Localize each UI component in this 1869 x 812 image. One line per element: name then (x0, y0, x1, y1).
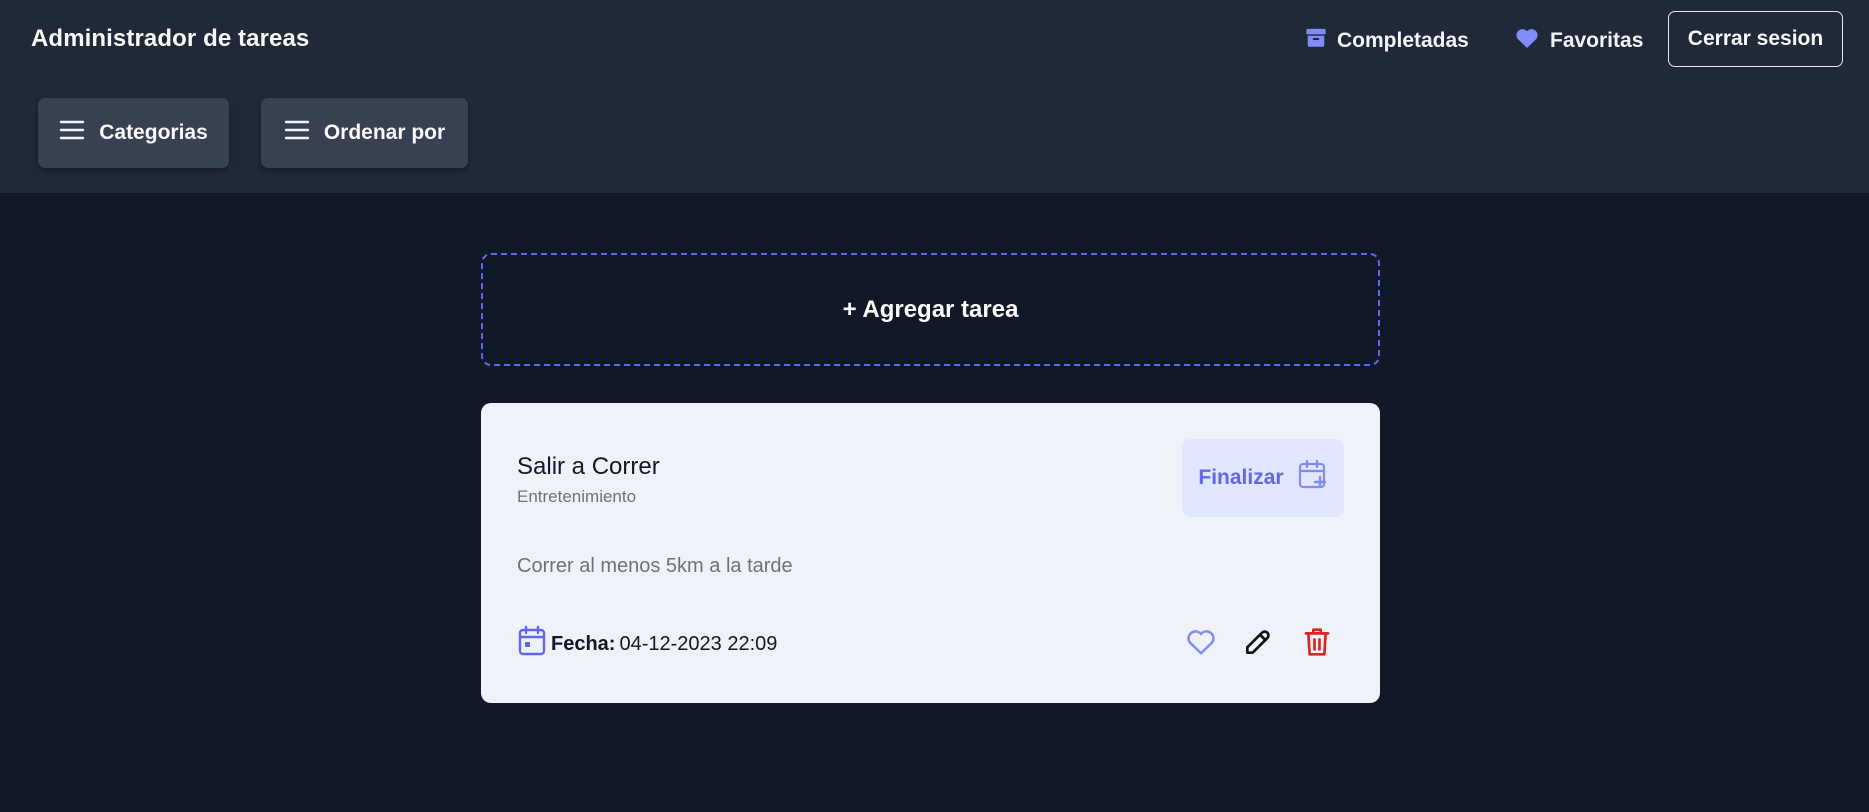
categories-button[interactable]: Categorias (38, 98, 229, 168)
date-label: Fecha: (551, 632, 616, 655)
archive-icon (1305, 27, 1327, 55)
trash-icon (1302, 626, 1332, 663)
heart-icon (1514, 27, 1540, 55)
logout-button[interactable]: Cerrar sesion (1668, 11, 1843, 67)
task-date: Fecha: 04-12-2023 22:09 (517, 625, 777, 663)
calendar-icon (517, 625, 547, 663)
sort-button[interactable]: Ordenar por (261, 98, 468, 168)
top-bar: Administrador de tareas Completadas Favo… (0, 0, 1869, 193)
categories-label: Categorias (99, 121, 208, 144)
menu-icon (59, 119, 85, 147)
add-task-button[interactable]: + Agregar tarea (481, 253, 1380, 366)
nav-favorites[interactable]: Favoritas (1514, 22, 1643, 60)
nav-favorites-label: Favoritas (1550, 29, 1644, 52)
calendar-plus-icon (1298, 459, 1328, 497)
task-card: Salir a Correr Entretenimiento Finalizar… (481, 403, 1380, 703)
nav-completed[interactable]: Completadas (1305, 22, 1469, 60)
task-title: Salir a Correr (517, 453, 660, 480)
edit-button[interactable] (1238, 624, 1278, 664)
app-title: Administrador de tareas (31, 25, 310, 52)
nav-completed-label: Completadas (1337, 29, 1469, 52)
task-category: Entretenimiento (517, 487, 637, 506)
finish-label: Finalizar (1198, 466, 1284, 489)
date-value: 04-12-2023 22:09 (619, 632, 778, 655)
heart-icon (1186, 628, 1216, 661)
favorite-button[interactable] (1181, 624, 1221, 664)
edit-icon (1242, 626, 1274, 663)
sort-label: Ordenar por (323, 121, 446, 144)
delete-button[interactable] (1297, 624, 1337, 664)
finish-task-button[interactable]: Finalizar (1182, 439, 1344, 517)
menu-icon (284, 119, 310, 147)
task-description: Correr al menos 5km a la tarde (517, 555, 793, 577)
